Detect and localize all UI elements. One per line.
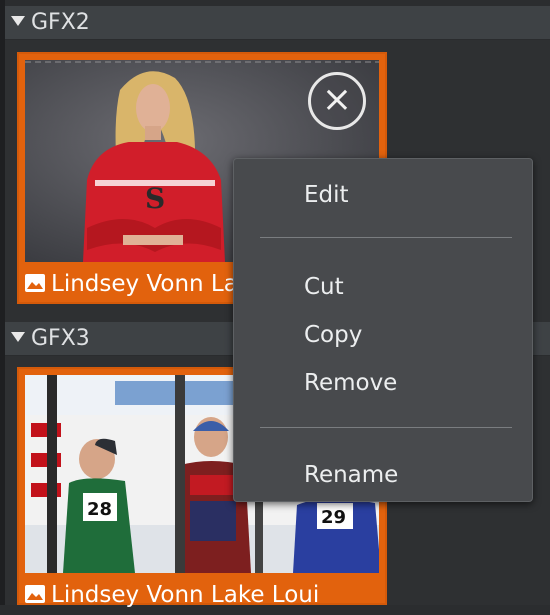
menu-item-edit[interactable]: Edit bbox=[304, 177, 522, 213]
section-header-gfx2[interactable]: GFX2 bbox=[5, 6, 550, 40]
menu-item-rename[interactable]: Rename bbox=[304, 457, 522, 493]
section-label-gfx3: GFX3 bbox=[31, 326, 90, 351]
svg-text:28: 28 bbox=[87, 499, 112, 520]
close-icon[interactable]: × bbox=[308, 72, 366, 130]
menu-item-copy[interactable]: Copy bbox=[304, 317, 522, 353]
menu-item-cut[interactable]: Cut bbox=[304, 269, 522, 305]
svg-text:29: 29 bbox=[321, 507, 346, 528]
triangle-down-icon[interactable] bbox=[11, 332, 25, 342]
triangle-down-icon[interactable] bbox=[11, 16, 25, 26]
menu-separator bbox=[260, 427, 512, 428]
menu-separator bbox=[260, 237, 512, 238]
svg-text:S: S bbox=[145, 182, 165, 215]
menu-item-remove[interactable]: Remove bbox=[304, 365, 522, 401]
image-icon bbox=[25, 273, 45, 292]
caption-text: Lindsey Vonn Lake Loui bbox=[51, 582, 320, 608]
media-item-caption: Lindsey Vonn Lake Loui bbox=[25, 575, 379, 615]
section-label-gfx2: GFX2 bbox=[31, 10, 90, 35]
image-icon bbox=[25, 584, 45, 603]
context-menu: Edit Cut Copy Remove Rename bbox=[233, 158, 533, 502]
